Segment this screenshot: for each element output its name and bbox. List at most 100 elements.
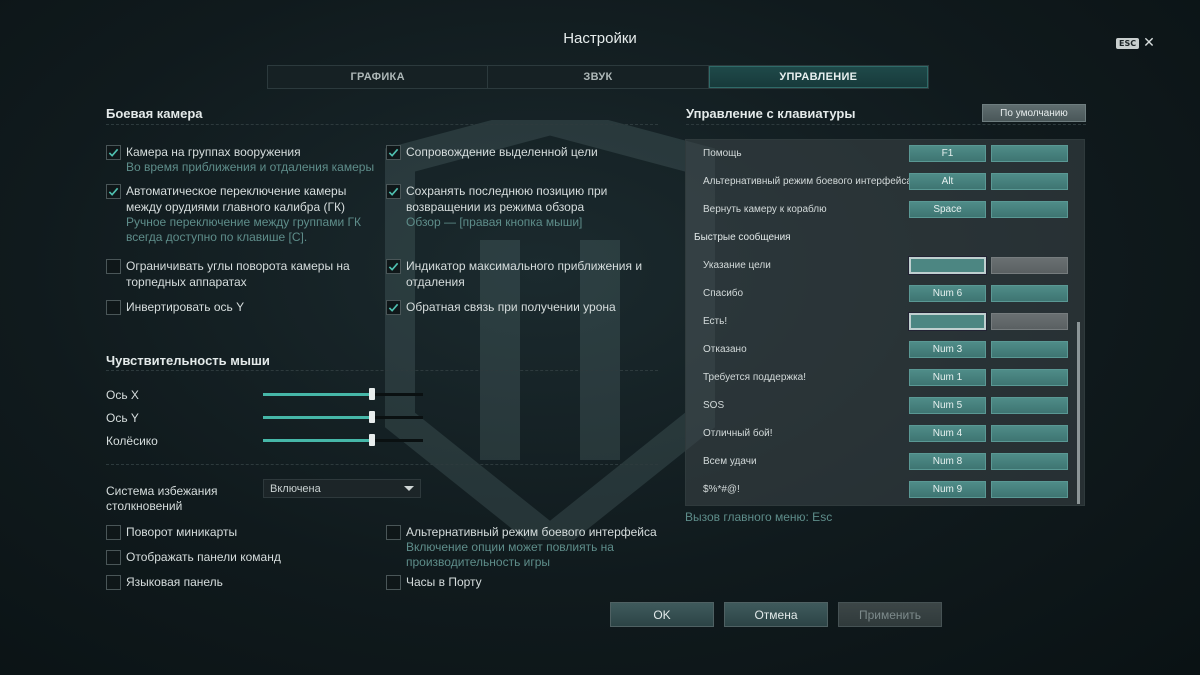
keybind-action: $%*#@! [703, 484, 740, 495]
checkbox[interactable] [106, 525, 121, 540]
close-icon[interactable]: ✕ [1143, 36, 1155, 50]
check-icon [388, 187, 399, 196]
chevron-down-icon [404, 486, 414, 491]
keybind-secondary[interactable] [991, 481, 1068, 498]
slider-fill [263, 439, 372, 442]
keybind-primary[interactable]: Alt [909, 173, 986, 190]
keybind-primary[interactable]: Num 4 [909, 425, 986, 442]
checkbox-damage-feedback[interactable]: Обратная связь при получении урона [386, 299, 656, 315]
checkbox-invert-y[interactable]: Инвертировать ось Y [106, 299, 376, 315]
checkbox-label: Часы в Порту [406, 575, 482, 589]
checkbox-label: Языковая панель [126, 575, 223, 589]
keybind-primary[interactable]: Space [909, 201, 986, 218]
keybind-primary[interactable]: Num 9 [909, 481, 986, 498]
keybind-row: Отказано Num 3 [686, 336, 1076, 364]
keybind-row: Требуется поддержка! Num 1 [686, 364, 1076, 392]
tab-graphics[interactable]: ГРАФИКА [268, 66, 489, 88]
checkbox-label: Сохранять последнюю позицию при возвраще… [406, 184, 608, 214]
slider-fill [263, 416, 372, 419]
keybind-secondary[interactable] [991, 257, 1068, 274]
slider-fill [263, 393, 372, 396]
checkbox-track-target[interactable]: Сопровождение выделенной цели [386, 144, 656, 160]
keybind-primary[interactable]: Num 8 [909, 453, 986, 470]
checkbox-command-panels[interactable]: Отображать панели команд [106, 549, 366, 565]
keybind-primary[interactable]: Num 5 [909, 397, 986, 414]
slider-thumb[interactable] [368, 434, 375, 446]
keybind-secondary[interactable] [991, 145, 1068, 162]
checkbox[interactable] [106, 300, 121, 315]
checkbox-zoom-indicator[interactable]: Индикатор максимального приближения и от… [386, 258, 646, 290]
checkbox-label: Ограничивать углы поворота камеры на тор… [126, 259, 350, 289]
checkbox-save-last-position[interactable]: Сохранять последнюю позицию при возвраще… [386, 183, 616, 230]
checkbox-label: Камера на группах вооружения [126, 145, 301, 159]
collision-system-select[interactable]: Включена [263, 479, 421, 498]
keybind-action: SOS [703, 400, 725, 411]
check-icon [388, 262, 399, 271]
keybind-secondary[interactable] [991, 369, 1068, 386]
keybind-secondary[interactable] [991, 173, 1068, 190]
checkbox[interactable] [386, 184, 401, 199]
keybind-row: $%*#@! Num 9 [686, 476, 1076, 504]
keybind-primary[interactable]: Num 1 [909, 369, 986, 386]
checkbox[interactable] [106, 575, 121, 590]
keybind-action: Требуется поддержка! [703, 372, 807, 383]
apply-button[interactable]: Применить [838, 602, 942, 627]
checkbox[interactable] [106, 550, 121, 565]
keybind-primary[interactable] [909, 257, 986, 274]
keybind-primary[interactable]: Num 6 [909, 285, 986, 302]
slider-wheel[interactable] [263, 434, 423, 446]
divider [106, 464, 658, 465]
checkbox-minimap-rotation[interactable]: Поворот миникарты [106, 524, 366, 540]
keybind-secondary[interactable] [991, 285, 1068, 302]
checkbox[interactable] [106, 145, 121, 160]
tab-sound[interactable]: ЗВУК [488, 66, 709, 88]
checkbox-sublabel: Ручное переключение между группами ГК вс… [126, 215, 361, 244]
slider-thumb[interactable] [368, 411, 375, 423]
esc-key-badge: ESC [1116, 37, 1140, 49]
checkbox-label: Индикатор максимального приближения и от… [406, 259, 643, 289]
keybind-secondary[interactable] [991, 397, 1068, 414]
checkbox[interactable] [386, 525, 401, 540]
keybind-list[interactable]: Помощь F1 Альтернативный режим боевого и… [685, 139, 1085, 506]
ok-button[interactable]: OK [610, 602, 714, 627]
slider-thumb[interactable] [368, 388, 375, 400]
checkbox[interactable] [386, 300, 401, 315]
checkbox[interactable] [386, 575, 401, 590]
slider-x[interactable] [263, 388, 423, 400]
tab-controls[interactable]: УПРАВЛЕНИЕ [708, 66, 928, 88]
slider-label-wheel: Колёсико [106, 434, 158, 448]
reset-default-button[interactable]: По умолчанию [982, 104, 1086, 122]
checkbox[interactable] [106, 184, 121, 199]
checkbox-auto-switch-camera[interactable]: Автоматическое переключение камеры между… [106, 183, 381, 245]
keybind-action: Всем удачи [703, 456, 757, 467]
check-icon [388, 148, 399, 157]
keybind-secondary[interactable] [991, 201, 1068, 218]
camera-section-title: Боевая камера [106, 106, 203, 121]
slider-label-y: Ось Y [106, 411, 139, 425]
keybind-row: Всем удачи Num 8 [686, 448, 1076, 476]
checkbox-weapon-group-camera[interactable]: Камера на группах вооружения Во время при… [106, 144, 376, 175]
keybind-secondary[interactable] [991, 425, 1068, 442]
cancel-button[interactable]: Отмена [724, 602, 828, 627]
checkbox[interactable] [386, 259, 401, 274]
scrollbar[interactable] [1077, 322, 1080, 504]
checkbox[interactable] [106, 259, 121, 274]
keybind-row: Указание цели [686, 252, 1076, 280]
check-icon [108, 148, 119, 157]
close-button[interactable]: ESC ✕ [1116, 36, 1155, 50]
keybind-primary[interactable] [909, 313, 986, 330]
keybind-primary[interactable]: Num 3 [909, 341, 986, 358]
slider-y[interactable] [263, 411, 423, 423]
checkbox-language-panel[interactable]: Языковая панель [106, 574, 366, 590]
checkbox-port-clock[interactable]: Часы в Порту [386, 574, 646, 590]
keybind-secondary[interactable] [991, 453, 1068, 470]
keybind-action: Альтернативный режим боевого интерфейса [703, 176, 912, 187]
keybind-secondary[interactable] [991, 341, 1068, 358]
checkbox-alt-battle-interface[interactable]: Альтернативный режим боевого интерфейса В… [386, 524, 661, 570]
keybind-row: Вернуть камеру к кораблю Space [686, 196, 1076, 224]
checkbox-limit-torpedo-angles[interactable]: Ограничивать углы поворота камеры на тор… [106, 258, 376, 290]
keybind-primary[interactable]: F1 [909, 145, 986, 162]
keybind-secondary[interactable] [991, 313, 1068, 330]
checkbox[interactable] [386, 145, 401, 160]
checkbox-label: Обратная связь при получении урона [406, 300, 616, 314]
